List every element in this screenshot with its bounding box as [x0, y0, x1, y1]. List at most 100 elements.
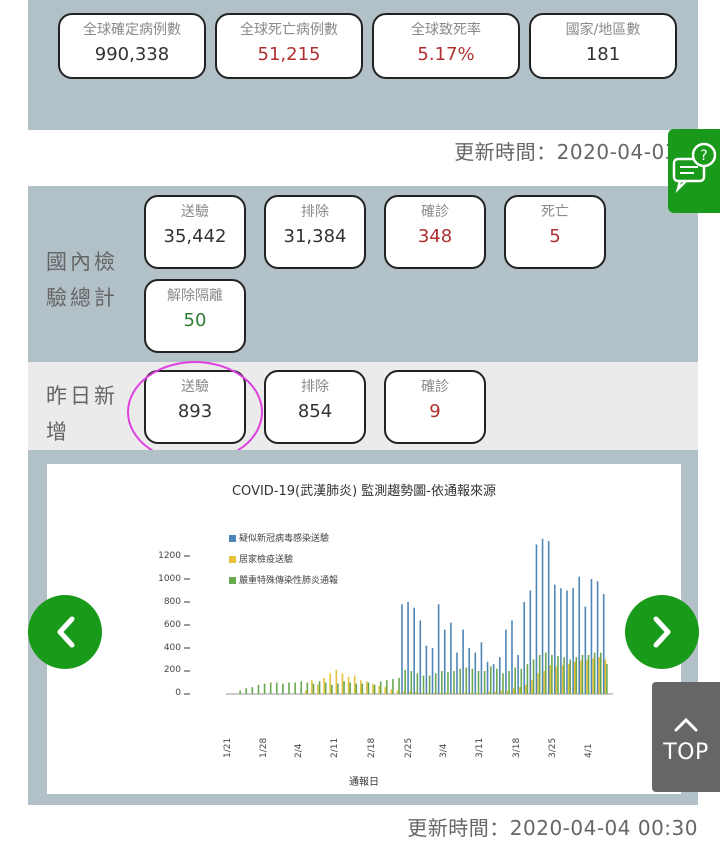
bar	[372, 683, 374, 694]
bar	[282, 683, 284, 694]
domestic-tested-card[interactable]: 送驗 35,442	[144, 195, 246, 269]
bar	[384, 687, 387, 694]
bar	[398, 677, 400, 694]
row-label-line: 增	[46, 420, 70, 444]
card-value: 50	[183, 310, 207, 331]
bar	[396, 690, 399, 694]
back-to-top-button[interactable]: TOP	[652, 682, 720, 792]
bar	[465, 667, 468, 694]
yesterday-confirmed-card[interactable]: 確診 9	[384, 370, 486, 444]
bar	[537, 673, 539, 694]
domestic-released-card[interactable]: 解除隔離 50	[144, 279, 246, 353]
bar	[422, 675, 425, 694]
bar	[557, 656, 559, 694]
bar	[592, 658, 594, 694]
bar	[306, 682, 309, 694]
row-label-line: 國內檢	[46, 250, 118, 274]
bar	[300, 681, 303, 694]
bar	[471, 668, 474, 694]
x-tick: 3/4	[439, 743, 449, 758]
bar	[407, 602, 409, 694]
bar	[450, 622, 452, 694]
bar	[453, 671, 455, 694]
domestic-row-label: 國內檢 驗總計	[46, 244, 118, 316]
card-value: 348	[417, 226, 453, 247]
bar	[502, 673, 504, 694]
bar	[541, 538, 544, 694]
bar	[560, 588, 562, 694]
x-tick: 1/21	[223, 737, 233, 758]
bar	[437, 604, 440, 694]
bar	[359, 680, 362, 694]
help-chat-button[interactable]: ?	[668, 129, 720, 213]
bar	[263, 683, 266, 694]
bar	[518, 687, 521, 694]
bar	[367, 682, 370, 694]
bar	[416, 673, 419, 694]
bar	[480, 642, 483, 694]
bar	[535, 544, 538, 694]
x-tick: 1/28	[259, 737, 269, 758]
bar	[474, 652, 477, 694]
bar	[414, 692, 417, 694]
bar	[329, 673, 332, 694]
bar	[584, 606, 587, 694]
bar	[318, 681, 321, 694]
card-label: 死亡	[541, 204, 569, 220]
bar	[257, 684, 260, 694]
bar	[581, 654, 584, 694]
carousel-next-button[interactable]	[625, 595, 699, 669]
bar	[483, 671, 486, 694]
bar	[505, 629, 507, 694]
bar	[361, 683, 364, 694]
bar	[551, 654, 553, 694]
bar	[563, 657, 565, 694]
bar	[517, 654, 519, 694]
chat-question-icon: ?	[672, 142, 717, 194]
global-confirmed-card[interactable]: 全球確定病例數 990,338	[58, 13, 206, 79]
bar	[441, 671, 443, 694]
yesterday-excluded-card[interactable]: 排除 854	[264, 370, 366, 444]
bar	[349, 682, 351, 694]
x-tick: 3/18	[512, 737, 522, 758]
chevron-up-icon	[674, 717, 698, 732]
bar	[489, 666, 492, 694]
bar	[402, 691, 405, 694]
bar	[553, 584, 556, 694]
bar	[379, 681, 382, 694]
domestic-excluded-card[interactable]: 排除 31,384	[264, 195, 366, 269]
card-label: 確診	[421, 204, 449, 220]
card-value: 9	[429, 401, 441, 422]
card-value: 5.17%	[417, 44, 475, 65]
bar	[561, 665, 564, 694]
carousel-prev-button[interactable]	[28, 595, 102, 669]
bar	[520, 668, 523, 694]
chevron-right-icon	[653, 616, 671, 648]
chart-update-time: 更新時間：2020-04-04 00:30	[407, 816, 698, 840]
bar	[549, 665, 552, 694]
bar	[573, 661, 576, 694]
global-fatality-card[interactable]: 全球致死率 5.17%	[372, 13, 520, 79]
bar	[392, 679, 394, 694]
bar	[433, 692, 435, 694]
bar	[335, 669, 338, 694]
chevron-left-icon	[57, 616, 75, 648]
bar	[239, 690, 241, 694]
domestic-confirmed-card[interactable]: 確診 348	[384, 195, 486, 269]
global-countries-card[interactable]: 國家/地區數 181	[529, 13, 677, 79]
global-deaths-card[interactable]: 全球死亡病例數 51,215	[215, 13, 363, 79]
bar	[496, 668, 498, 694]
bar	[434, 673, 437, 694]
domestic-deaths-card[interactable]: 死亡 5	[504, 195, 606, 269]
bar	[529, 590, 532, 694]
bar	[531, 680, 533, 694]
bar	[269, 682, 272, 694]
bar	[498, 657, 501, 694]
row-label-line: 昨日新	[46, 384, 118, 408]
bar	[508, 671, 510, 694]
global-update-time: 更新時間：2020-04-03 0	[454, 140, 698, 164]
card-value: 31,384	[283, 226, 347, 247]
card-label: 國家/地區數	[565, 22, 641, 38]
bar	[443, 629, 446, 694]
x-tick: 4/1	[584, 743, 594, 758]
